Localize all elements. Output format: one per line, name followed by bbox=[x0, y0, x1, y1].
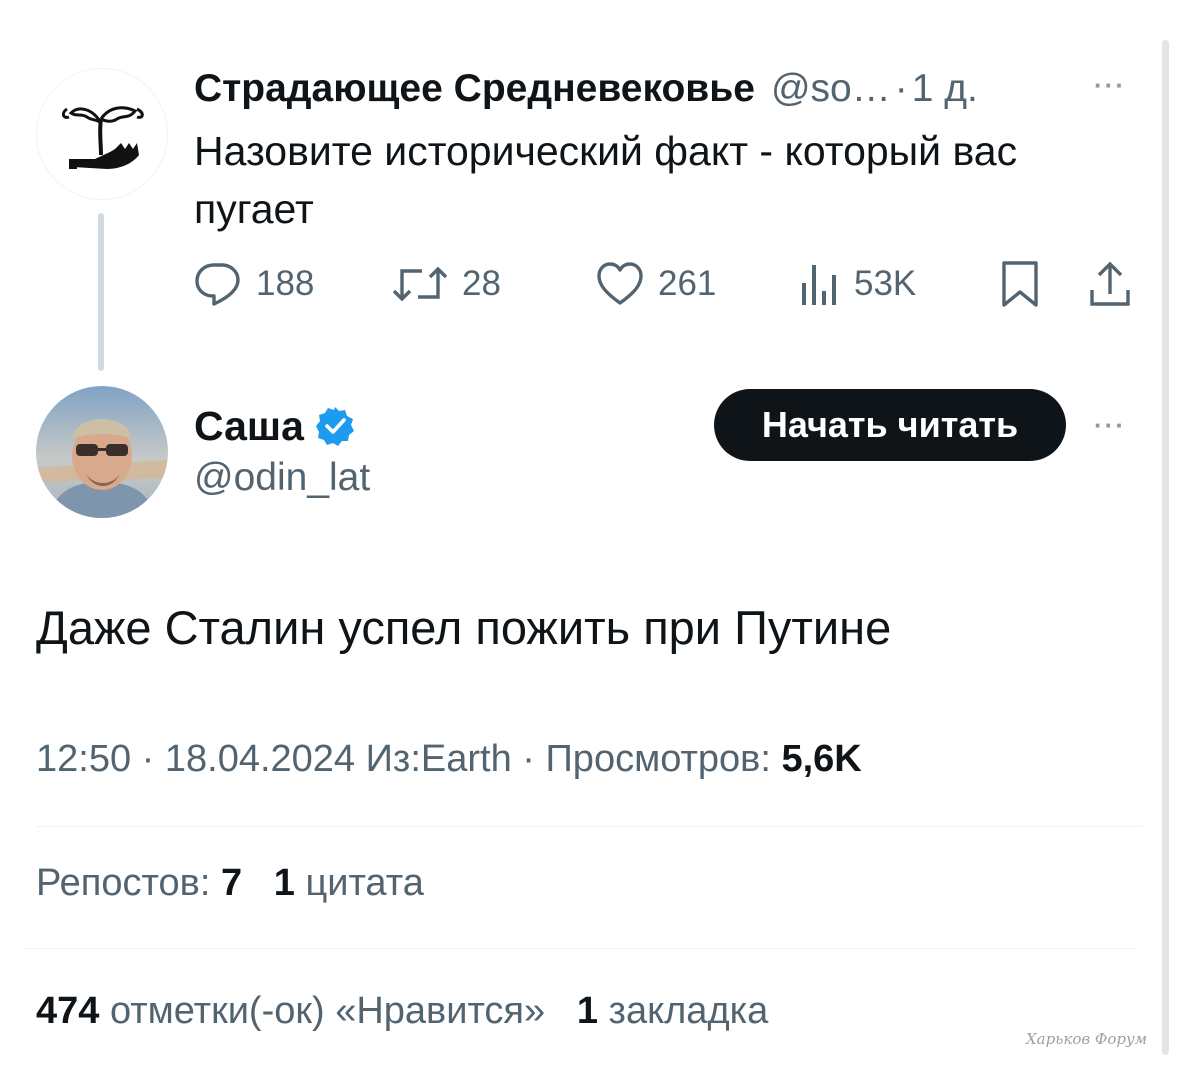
like-icon bbox=[597, 262, 643, 305]
main-more-icon[interactable]: ··· bbox=[1094, 410, 1126, 441]
parent-display-name[interactable]: Страдающее Средневековье bbox=[194, 67, 755, 111]
thread-connector bbox=[98, 213, 104, 371]
likes-bookmarks-row: 474 отметки(-ок) «Нравится» 1 закладка bbox=[36, 990, 768, 1033]
like-button[interactable]: 261 bbox=[596, 256, 716, 312]
parent-separator: · bbox=[894, 67, 908, 110]
author-avatar[interactable] bbox=[36, 386, 168, 518]
author-name-row: Саша bbox=[194, 400, 356, 452]
quotes-label[interactable]: цитата bbox=[295, 862, 423, 904]
bookmark-icon bbox=[1002, 261, 1038, 307]
parent-timestamp[interactable]: 1 д. bbox=[912, 67, 978, 111]
author-display-name[interactable]: Саша bbox=[194, 403, 304, 450]
share-icon bbox=[1090, 261, 1130, 306]
meta-timestamp-source[interactable]: 12:50 · 18.04.2024 Из:Earth · Просмотров… bbox=[36, 738, 781, 780]
reply-count: 188 bbox=[256, 264, 315, 303]
divider bbox=[25, 948, 1135, 949]
follow-button[interactable]: Начать читать bbox=[714, 389, 1066, 461]
retweet-button[interactable]: 28 bbox=[392, 256, 501, 312]
bookmark-button[interactable] bbox=[1000, 256, 1054, 312]
parent-action-bar: 188 28 261 53K bbox=[194, 256, 1144, 312]
quotes-count[interactable]: 1 bbox=[274, 862, 295, 904]
views-button[interactable]: 53K bbox=[800, 256, 916, 312]
bookmarks-count: 1 bbox=[576, 990, 598, 1032]
like-count: 261 bbox=[658, 264, 717, 303]
scrollbar[interactable] bbox=[1162, 40, 1169, 1055]
share-button[interactable] bbox=[1088, 256, 1146, 312]
reply-button[interactable]: 188 bbox=[194, 256, 314, 312]
retweet-count: 28 bbox=[462, 264, 501, 303]
meta-views-count: 5,6K bbox=[781, 738, 862, 780]
reply-icon bbox=[195, 263, 240, 306]
parent-more-icon[interactable]: ··· bbox=[1094, 70, 1126, 101]
parent-tweet-text: Назовите исторический факт - который вас… bbox=[194, 128, 1018, 232]
views-count: 53K bbox=[854, 264, 917, 303]
retweet-icon bbox=[392, 266, 448, 302]
bookmarks-label: закладка bbox=[597, 990, 769, 1032]
views-icon bbox=[802, 265, 836, 305]
parent-handle[interactable]: @so… bbox=[771, 67, 891, 111]
author-handle[interactable]: @odin_lat bbox=[194, 456, 370, 500]
likes-label[interactable]: отметки(-ок) «Нравится» bbox=[99, 990, 555, 1032]
reposts-label: Репостов: bbox=[36, 862, 221, 904]
parent-avatar[interactable] bbox=[36, 68, 168, 200]
watermark: Харьков Форум bbox=[1026, 1030, 1148, 1048]
reposts-count[interactable]: 7 bbox=[221, 862, 242, 904]
likes-count[interactable]: 474 bbox=[36, 990, 99, 1032]
reposts-quotes-row: Репостов: 7 1 цитата bbox=[36, 862, 424, 905]
parent-header: Страдающее Средневековье @so… · 1 д. bbox=[194, 64, 978, 114]
main-tweet-text: Даже Сталин успел пожить при Путине bbox=[36, 601, 892, 654]
verified-badge-icon[interactable] bbox=[314, 405, 356, 447]
tweet-meta: 12:50 · 18.04.2024 Из:Earth · Просмотров… bbox=[36, 738, 862, 781]
divider bbox=[36, 826, 1143, 827]
